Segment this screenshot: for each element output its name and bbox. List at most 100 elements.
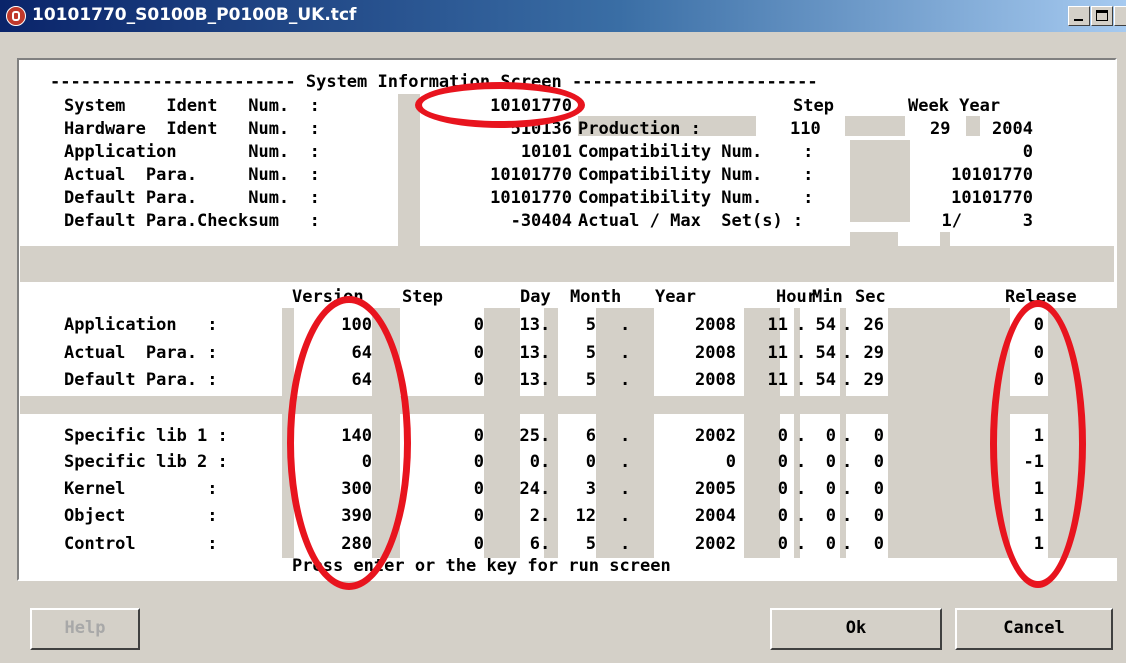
top-row-label: System Ident Num. : — [64, 96, 320, 116]
date-dot: . — [620, 534, 631, 554]
sets-actual: 1/ — [941, 211, 962, 231]
year-value: 2005 — [695, 479, 736, 499]
date-dot: . — [620, 315, 631, 335]
sec-value: 0 — [873, 534, 884, 554]
min-value: 0 — [825, 534, 836, 554]
compatibility-value: 10101770 — [951, 165, 1033, 185]
col-year: Year — [655, 287, 696, 307]
sec-value: 29 — [863, 370, 884, 390]
date-dot: . — [540, 315, 551, 335]
production-label: Production : — [578, 119, 701, 139]
top-row-label: Default Para. Num. : — [64, 188, 320, 208]
hour-value: 0 — [777, 506, 788, 526]
gap-week — [845, 116, 905, 136]
year-value: 2008 — [695, 343, 736, 363]
gap-sets-2 — [940, 232, 950, 250]
month-value: 12 — [575, 506, 596, 526]
version-row-label: Application : — [64, 315, 218, 335]
step-header: Step — [793, 96, 834, 116]
top-row-label: Hardware Ident Num. : — [64, 119, 320, 139]
production-week: 29 — [930, 119, 951, 139]
sec-value: 0 — [873, 506, 884, 526]
title-bar: 10101770_S0100B_P0100B_UK.tcf — [0, 0, 1126, 32]
sec-value: 29 — [863, 343, 884, 363]
help-button[interactable]: Help — [30, 608, 140, 650]
step-value: 0 — [473, 426, 484, 446]
month-value: 5 — [585, 343, 596, 363]
minimize-button[interactable] — [1068, 6, 1090, 26]
cancel-button[interactable]: Cancel — [955, 608, 1113, 650]
day-value: 2 — [529, 506, 540, 526]
col-step: Step — [402, 287, 443, 307]
date-dot: . — [620, 452, 631, 472]
year-value: 2004 — [695, 506, 736, 526]
min-value: 54 — [815, 315, 836, 335]
step-value: 0 — [473, 452, 484, 472]
month-value: 5 — [585, 534, 596, 554]
step-value: 0 — [473, 370, 484, 390]
month-value: 3 — [585, 479, 596, 499]
production-year: 2004 — [992, 119, 1033, 139]
week-year-header: Week Year — [908, 96, 1001, 116]
annotation-ellipse-release — [990, 300, 1086, 588]
version-row-label: Kernel : — [64, 479, 218, 499]
min-value: 0 — [825, 452, 836, 472]
hour-value: 0 — [777, 426, 788, 446]
system-info-screen: ------------------------ System Informat… — [19, 60, 1118, 579]
version-row-label: Default Para. : — [64, 370, 218, 390]
day-value: 0 — [529, 452, 540, 472]
day-value: 13 — [519, 370, 540, 390]
annotation-circle-system-ident — [415, 82, 585, 128]
sec-value: 0 — [873, 479, 884, 499]
date-dot: . — [540, 534, 551, 554]
date-dot: . — [620, 426, 631, 446]
year-value: 2008 — [695, 370, 736, 390]
date-dot: . — [620, 506, 631, 526]
maximize-button[interactable] — [1091, 6, 1113, 26]
step-value: 0 — [473, 315, 484, 335]
hour-value: 0 — [777, 534, 788, 554]
version-row-label: Specific lib 1 : — [64, 426, 228, 446]
date-dot: . — [540, 426, 551, 446]
step-value: 0 — [473, 534, 484, 554]
hour-value: 0 — [777, 452, 788, 472]
top-row-value: 10101770 — [490, 188, 572, 208]
compatibility-label: Compatibility Num. : — [578, 142, 814, 162]
month-value: 6 — [585, 426, 596, 446]
day-value: 24 — [519, 479, 540, 499]
day-value: 13 — [519, 343, 540, 363]
top-row-label: Default Para.Checksum : — [64, 211, 320, 231]
col-day: Day — [520, 287, 551, 307]
separator-band — [20, 246, 1114, 282]
month-value: 0 — [585, 452, 596, 472]
year-value: 2002 — [695, 426, 736, 446]
gap-top-left — [398, 94, 420, 246]
annotation-ellipse-version — [287, 296, 411, 590]
gap-sets — [850, 232, 898, 250]
sec-value: 0 — [873, 452, 884, 472]
top-row-label: Application Num. : — [64, 142, 320, 162]
compatibility-label: Compatibility Num. : — [578, 165, 814, 185]
sets-label: Actual / Max Set(s) : — [578, 211, 804, 231]
compatibility-value: 10101770 — [951, 188, 1033, 208]
window-title: 10101770_S0100B_P0100B_UK.tcf — [32, 5, 357, 25]
day-value: 25 — [519, 426, 540, 446]
date-dot: . — [540, 343, 551, 363]
sec-value: 0 — [873, 426, 884, 446]
hour-value: 11 — [767, 315, 788, 335]
sets-max: 3 — [1022, 211, 1033, 231]
version-row-label: Actual Para. : — [64, 343, 218, 363]
production-step: 110 — [790, 119, 821, 139]
date-dot: . — [540, 479, 551, 499]
date-dot: . — [540, 506, 551, 526]
col-hour: Hour — [776, 287, 817, 307]
min-value: 54 — [815, 343, 836, 363]
top-row-value: -30404 — [510, 211, 572, 231]
month-value: 5 — [585, 370, 596, 390]
col-month: Month — [570, 287, 622, 307]
top-row-label: Actual Para. Num. : — [64, 165, 320, 185]
year-value: 0 — [725, 452, 736, 472]
top-row-value: 10101 — [520, 142, 572, 162]
ok-button[interactable]: Ok — [770, 608, 942, 650]
close-button[interactable] — [1114, 6, 1126, 26]
